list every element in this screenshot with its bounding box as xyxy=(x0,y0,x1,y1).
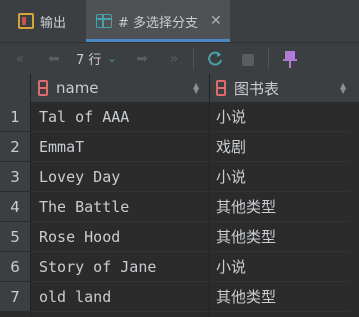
cell-category[interactable]: 其他类型 xyxy=(210,192,349,222)
column-header-label: 图书表 xyxy=(234,79,280,98)
column-header-label: name xyxy=(56,79,99,97)
cell-name[interactable]: The Battle xyxy=(31,192,209,222)
cell-name[interactable]: Rose Hood xyxy=(31,222,209,252)
toolbar-divider xyxy=(193,49,194,69)
tab-bar: 输出 # 多选择分支 ✕ xyxy=(0,0,359,42)
result-table: name ▲ ▼ 图书表 ▲ ▼ 1 Tal of AAA 小说 2 EmmaT 戏… xyxy=(0,74,359,317)
stop-icon[interactable] xyxy=(242,54,254,66)
refresh-icon[interactable] xyxy=(205,49,225,69)
first-page-icon[interactable]: « xyxy=(10,49,30,69)
close-icon[interactable]: ✕ xyxy=(210,13,222,29)
last-page-icon[interactable]: » xyxy=(164,49,184,69)
next-page-icon[interactable]: ➡ xyxy=(132,49,152,69)
cell-category[interactable]: 其他类型 xyxy=(210,222,349,252)
cell-category[interactable]: 其他类型 xyxy=(210,282,349,312)
row-count-selector[interactable]: 7 行 ⌄ xyxy=(76,49,117,68)
column-header-name[interactable]: name xyxy=(38,74,99,102)
tab-result-label: # 多选择分支 xyxy=(118,15,199,31)
table-row[interactable]: 5 Rose Hood 其他类型 xyxy=(0,222,359,252)
row-number: 2 xyxy=(0,132,30,162)
tab-output-label: 输出 xyxy=(40,15,67,31)
cell-category[interactable]: 戏剧 xyxy=(210,132,349,162)
output-icon xyxy=(18,13,34,29)
row-number: 7 xyxy=(0,282,30,312)
cell-name[interactable]: old land xyxy=(31,282,209,312)
table-row[interactable]: 7 old land 其他类型 xyxy=(0,282,359,312)
row-number: 6 xyxy=(0,252,30,282)
table-row[interactable]: 6 Story of Jane 小说 xyxy=(0,252,359,282)
cell-name[interactable]: Story of Jane xyxy=(31,252,209,282)
cell-category[interactable]: 小说 xyxy=(210,162,349,192)
column-icon xyxy=(38,80,48,96)
cell-category[interactable]: 小说 xyxy=(210,252,349,282)
cell-name[interactable]: Lovey Day xyxy=(31,162,209,192)
column-icon xyxy=(216,80,226,96)
table-row[interactable]: 4 The Battle 其他类型 xyxy=(0,192,359,222)
tab-output[interactable]: 输出 xyxy=(18,0,66,42)
cell-category[interactable]: 小说 xyxy=(210,102,349,132)
row-number: 3 xyxy=(0,162,30,192)
toolbar-divider xyxy=(268,49,269,69)
vertical-scrollbar[interactable] xyxy=(349,102,359,317)
sort-icon[interactable]: ▲ ▼ xyxy=(340,82,346,95)
cell-name[interactable]: EmmaT xyxy=(31,132,209,162)
chevron-down-icon: ⌄ xyxy=(107,52,117,65)
result-toolbar: « ⬅ 7 行 ⌄ ➡ » xyxy=(0,42,359,75)
table-grid-icon xyxy=(96,14,112,28)
table-row[interactable]: 1 Tal of AAA 小说 xyxy=(0,102,359,132)
row-number: 1 xyxy=(0,102,30,132)
table-header: name ▲ ▼ 图书表 ▲ ▼ xyxy=(0,74,359,103)
row-count-label: 7 行 xyxy=(76,53,102,68)
row-number: 5 xyxy=(0,222,30,252)
cell-name[interactable]: Tal of AAA xyxy=(31,102,209,132)
tab-result-table[interactable]: # 多选择分支 ✕ xyxy=(86,0,230,42)
table-row[interactable]: 2 EmmaT 戏剧 xyxy=(0,132,359,162)
sort-icon[interactable]: ▲ ▼ xyxy=(193,82,199,95)
row-number: 4 xyxy=(0,192,30,222)
pin-tab-icon[interactable] xyxy=(282,49,298,69)
column-header-category[interactable]: 图书表 xyxy=(216,74,279,102)
previous-page-icon[interactable]: ⬅ xyxy=(44,49,64,69)
table-row[interactable]: 3 Lovey Day 小说 xyxy=(0,162,359,192)
